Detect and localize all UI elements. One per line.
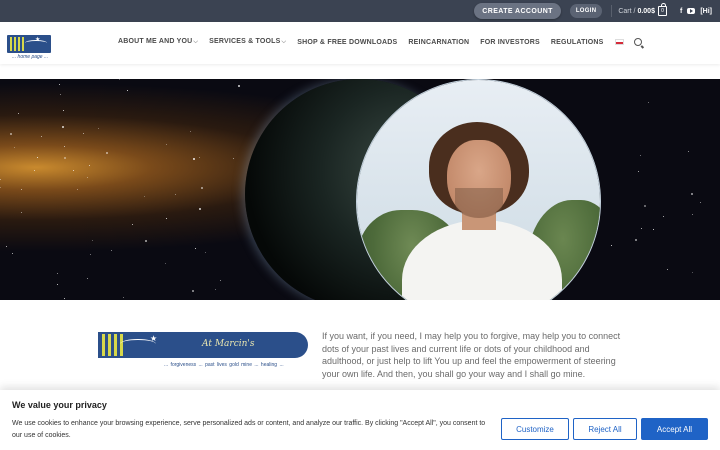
- shopping-bag-icon: 0: [657, 3, 667, 16]
- customize-button[interactable]: Customize: [501, 418, 569, 440]
- cart-link[interactable]: Cart / 0.00$ 0: [618, 3, 667, 16]
- brand-tagline: ... forgiveness ... past lives gold mine…: [164, 362, 284, 368]
- intro-paragraph: If you want, if you need, I may help you…: [322, 331, 621, 380]
- facebook-icon[interactable]: f: [680, 8, 682, 15]
- site-header: ★ ... home page ... ABOUT ME AND YOU⌵ SE…: [0, 22, 720, 64]
- hero-banner: [0, 79, 720, 300]
- brand-title: At Marcin's: [202, 339, 255, 349]
- cookie-title: We value your privacy: [12, 400, 107, 410]
- chevron-down-icon: ⌵: [193, 39, 199, 45]
- nav-about-me-and-you[interactable]: ABOUT ME AND YOU⌵: [118, 38, 198, 46]
- portrait-photo: [356, 79, 601, 300]
- nav-shop-free-downloads[interactable]: SHOP & FREE DOWNLOADS: [297, 39, 397, 46]
- top-bar: CREATE ACCOUNT LOGIN Cart / 0.00$ 0 f [H…: [0, 0, 720, 22]
- search-icon[interactable]: [633, 38, 642, 46]
- divider: [611, 5, 613, 17]
- youtube-icon[interactable]: [687, 8, 696, 14]
- create-account-button[interactable]: CREATE ACCOUNT: [474, 3, 561, 19]
- login-button[interactable]: LOGIN: [569, 4, 603, 18]
- cart-label: Cart /: [618, 7, 636, 15]
- cart-total: 0.00$: [637, 7, 655, 15]
- cookie-consent-banner: We value your privacy We use cookies to …: [0, 390, 720, 450]
- site-logo[interactable]: ★: [7, 35, 51, 53]
- main-nav: ABOUT ME AND YOU⌵ SERVICES & TOOLS⌵ SHOP…: [118, 38, 642, 46]
- nav-reincarnation[interactable]: REINCARNATION: [408, 39, 469, 46]
- cart-count: 0: [661, 8, 664, 14]
- nav-for-investors[interactable]: FOR INVESTORS: [480, 39, 540, 46]
- logo-subtitle: ... home page ...: [12, 54, 49, 60]
- cookie-text: We use cookies to enhance your browsing …: [12, 420, 486, 439]
- brand-banner-logo: ★ At Marcin's: [98, 332, 308, 358]
- language-hi-link[interactable]: [Hi]: [700, 8, 712, 15]
- accept-all-button[interactable]: Accept All: [641, 418, 708, 440]
- reject-all-button[interactable]: Reject All: [573, 418, 637, 440]
- nav-services-tools[interactable]: SERVICES & TOOLS⌵: [209, 38, 286, 46]
- nav-regulations[interactable]: REGULATIONS: [551, 39, 604, 46]
- chevron-down-icon: ⌵: [281, 39, 287, 45]
- polish-flag-icon[interactable]: [614, 39, 624, 45]
